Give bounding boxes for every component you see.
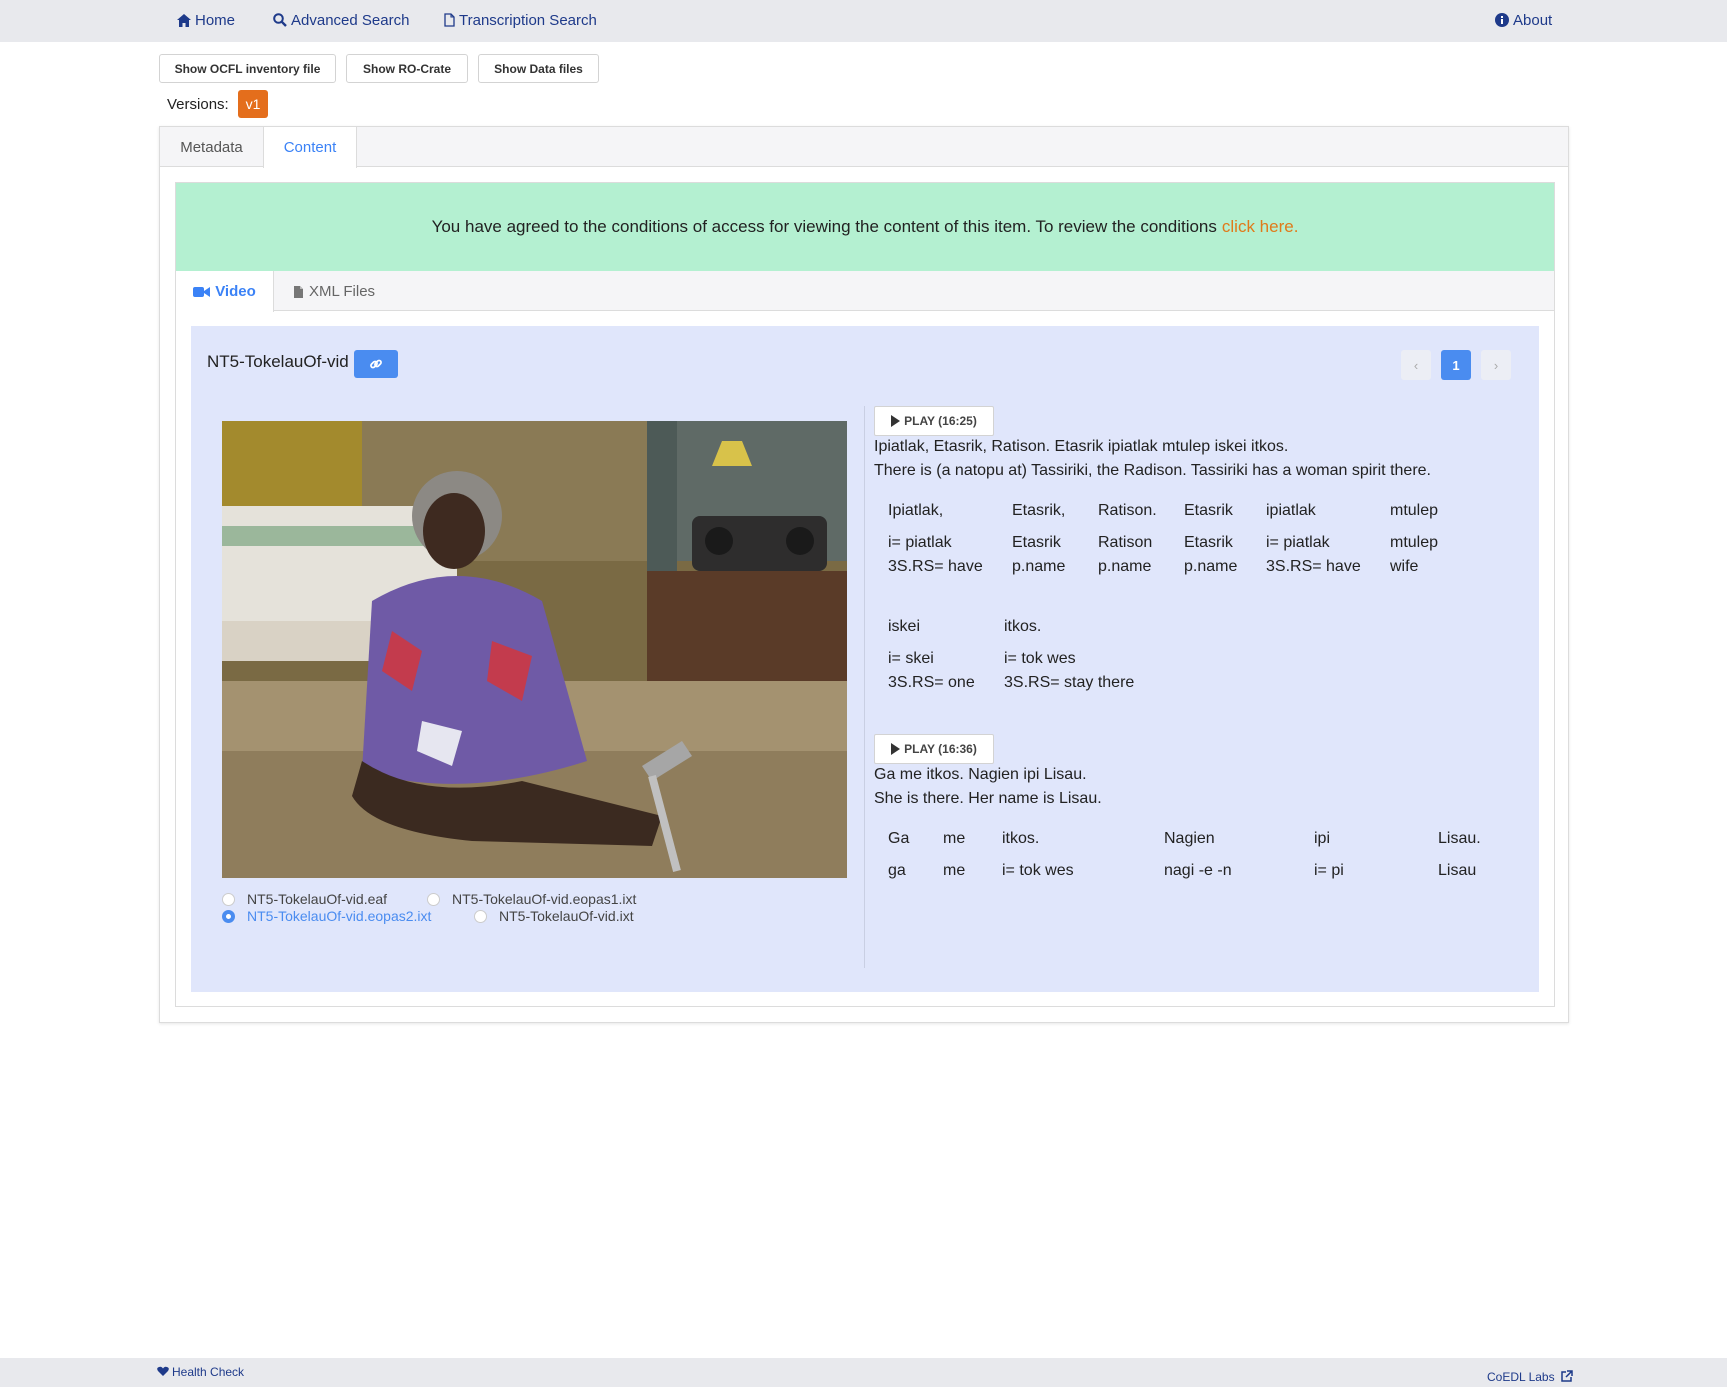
video-camera-icon [193, 286, 211, 297]
column-divider [864, 406, 865, 968]
tab-xml-files[interactable]: XML Files [274, 271, 394, 312]
top-navbar: Home Advanced Search Transcription Searc… [0, 0, 1727, 42]
file-option[interactable]: NT5-TokelauOf-vid.eaf [222, 891, 387, 907]
radio-button[interactable] [222, 909, 235, 923]
heart-icon [157, 1366, 169, 1376]
file-option[interactable]: NT5-TokelauOf-vid.ixt [474, 908, 634, 924]
radio-button[interactable] [222, 892, 235, 906]
copy-link-button[interactable] [354, 350, 398, 378]
gloss-word: ipi i= pi [1314, 830, 1344, 879]
content-subtabbar: Video XML Files [176, 271, 1554, 312]
nav-about-link[interactable]: About [1495, 12, 1552, 29]
access-notice-text: You have agreed to the conditions of acc… [431, 217, 1217, 236]
transcript-panel: PLAY (16:25) Ipiatlak, Etasrik, Ratison.… [871, 406, 1531, 906]
segment-text: Ga me itkos. Nagien ipi Lisau. [874, 766, 1087, 783]
play-segment-button[interactable]: PLAY (16:36) [874, 734, 994, 764]
nav-home-link[interactable]: Home [177, 12, 235, 29]
gloss-word: ipiatlak i= piatlak 3S.RS= have [1266, 502, 1361, 575]
nav-transcription-search-link[interactable]: Transcription Search [444, 12, 597, 29]
link-icon [370, 359, 382, 369]
tab-video[interactable]: Video [176, 271, 274, 312]
item-title: NT5-TokelauOf-vid [207, 352, 349, 371]
segment-translation: She is there. Her name is Lisau. [874, 790, 1102, 807]
play-segment-button[interactable]: PLAY (16:25) [874, 406, 994, 436]
file-icon [293, 285, 303, 298]
file-option[interactable]: NT5-TokelauOf-vid.eopas1.ixt [427, 891, 636, 907]
file-option-selected[interactable]: NT5-TokelauOf-vid.eopas2.ixt [222, 908, 431, 924]
gloss-word: Ratison. Ratison p.name [1098, 502, 1157, 575]
gloss-word: me me [943, 830, 966, 879]
access-notice: You have agreed to the conditions of acc… [176, 183, 1554, 271]
footer: Health Check CoEDL Labs [0, 1358, 1727, 1387]
content-panel: You have agreed to the conditions of acc… [175, 182, 1555, 1007]
gloss-word: Nagien nagi -e -n [1164, 830, 1232, 879]
pager-next-button[interactable]: › [1481, 350, 1511, 380]
gloss-word: Ga ga [888, 830, 910, 879]
segment-translation: There is (a natopu at) Tassiriki, the Ra… [874, 462, 1431, 479]
video-viewer: NT5-TokelauOf-vid ‹ 1 › NT5-TokelauOf-vi… [191, 326, 1539, 992]
show-ocfl-inventory-button[interactable]: Show OCFL inventory file [159, 54, 336, 83]
tab-metadata[interactable]: Metadata [160, 127, 263, 168]
item-card: Metadata Content You have agreed to the … [159, 126, 1569, 1023]
show-data-files-button[interactable]: Show Data files [478, 54, 599, 83]
info-icon [1495, 13, 1509, 27]
gloss-word: Etasrik Etasrik p.name [1184, 502, 1238, 575]
play-icon [891, 743, 901, 755]
file-icon [444, 13, 455, 27]
video-frame [222, 421, 847, 878]
item-tabbar: Metadata Content [160, 127, 1568, 168]
conditions-link[interactable]: click here. [1222, 217, 1299, 237]
search-icon [273, 13, 287, 27]
gloss-word: Ipiatlak, i= piatlak 3S.RS= have [888, 502, 983, 575]
play-icon [891, 415, 901, 427]
tab-content[interactable]: Content [263, 127, 357, 168]
version-badge[interactable]: v1 [238, 90, 268, 118]
nav-advanced-search-link[interactable]: Advanced Search [273, 12, 409, 29]
health-check-link[interactable]: Health Check [157, 1365, 244, 1379]
show-ro-crate-button[interactable]: Show RO-Crate [346, 54, 468, 83]
radio-button[interactable] [427, 892, 440, 906]
gloss-word: itkos. i= tok wes 3S.RS= stay there [1004, 618, 1135, 691]
pager-page-1[interactable]: 1 [1441, 350, 1471, 380]
gloss-word: itkos. i= tok wes [1002, 830, 1074, 879]
gloss-word: Lisau. Lisau [1438, 830, 1481, 879]
coedl-labs-link[interactable]: CoEDL Labs [1487, 1370, 1573, 1384]
gloss-word: Etasrik, Etasrik p.name [1012, 502, 1066, 575]
gloss-word: iskei i= skei 3S.RS= one [888, 618, 975, 691]
radio-button[interactable] [474, 909, 487, 923]
home-icon [177, 14, 191, 27]
versions-label: Versions: [167, 96, 229, 113]
segment-text: Ipiatlak, Etasrik, Ratison. Etasrik ipia… [874, 438, 1289, 455]
external-link-icon [1561, 1370, 1573, 1382]
gloss-word: mtulep mtulep wife [1390, 502, 1439, 575]
pager-prev-button[interactable]: ‹ [1401, 350, 1431, 380]
video-player[interactable] [222, 421, 847, 878]
